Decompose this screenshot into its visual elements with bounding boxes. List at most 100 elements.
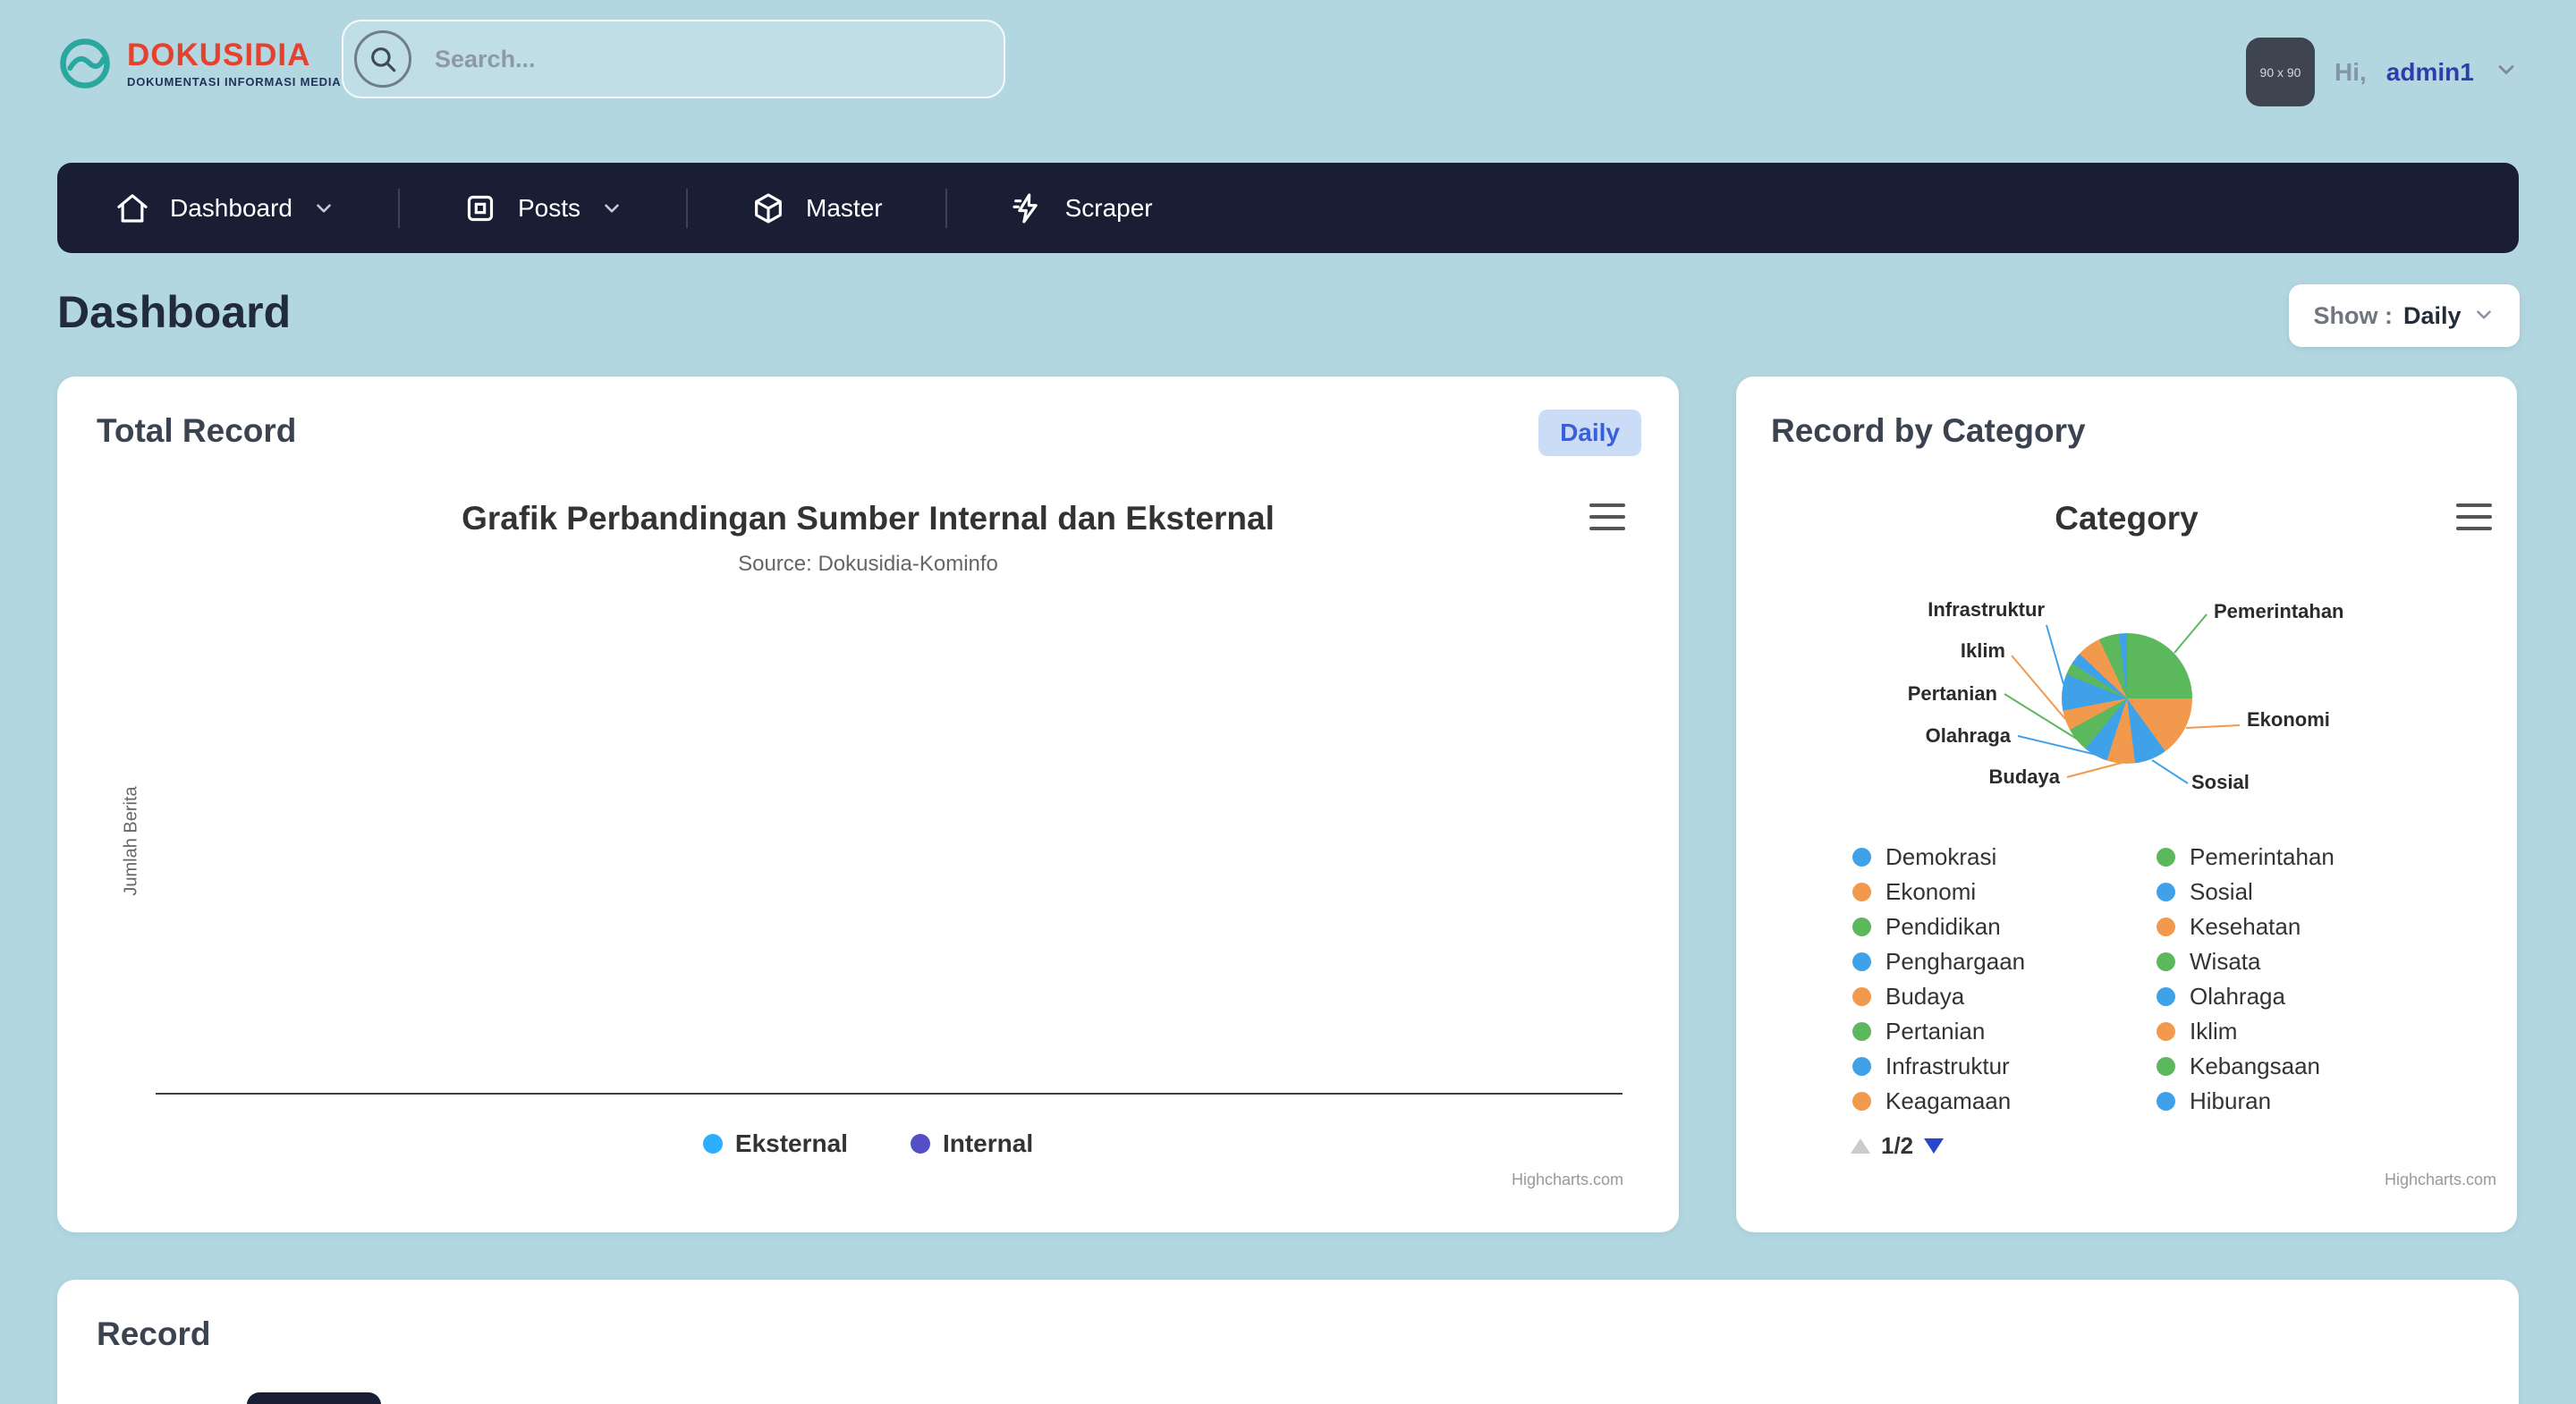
chart-title: Category	[1736, 500, 2517, 537]
legend-item-keagamaan[interactable]: Keagamaan	[1852, 1087, 2157, 1114]
nav-item-scraper[interactable]: Scraper	[1010, 190, 1153, 226]
user-greeting: Hi,	[2334, 58, 2367, 87]
nav-item-label: Posts	[518, 194, 580, 223]
user-menu[interactable]: 90 x 90 Hi, admin1	[2246, 38, 2519, 106]
legend-label: Kesehatan	[2190, 913, 2301, 941]
record-by-category-card: Record by Category Category Infrastruktu…	[1736, 376, 2517, 1232]
chevron-down-icon[interactable]	[2494, 57, 2519, 87]
legend-marker	[1852, 883, 1871, 901]
legend-page-indicator: 1/2	[1881, 1132, 1913, 1160]
total-record-card: Total Record Daily Grafik Perbandingan S…	[57, 376, 1679, 1232]
legend-item-wisata[interactable]: Wisata	[2157, 948, 2461, 975]
nav-item-dashboard[interactable]: Dashboard	[114, 190, 335, 226]
legend-pagination: 1/2	[1851, 1132, 1944, 1160]
legend-item-budaya[interactable]: Budaya	[1852, 983, 2157, 1010]
legend-item-kebangsaan[interactable]: Kebangsaan	[2157, 1053, 2461, 1079]
dashboard-page: DOKUSIDIA DOKUMENTASI INFORMASI MEDIA 90…	[0, 0, 2576, 1404]
search-icon	[354, 30, 411, 88]
category-legend: Demokrasi Ekonomi Pendidikan Penghargaan Bud…	[1852, 843, 2461, 1122]
legend-label: Wisata	[2190, 948, 2260, 976]
legend-marker	[2157, 1057, 2175, 1076]
y-axis-label: Jumlah Berita	[122, 734, 142, 949]
x-axis-line	[156, 1093, 1623, 1095]
highcharts-credit-link[interactable]: Highcharts.com	[1512, 1171, 1623, 1189]
pie-label-olahraga: Olahraga	[1926, 724, 2011, 748]
legend-marker	[2157, 918, 2175, 936]
logo-title: DOKUSIDIA	[127, 39, 341, 71]
nav-divider	[398, 189, 400, 228]
legend-marker	[2157, 848, 2175, 867]
legend-marker	[1852, 987, 1871, 1006]
search-bar[interactable]	[342, 20, 1005, 98]
chart-legend: Eksternal Internal	[57, 1129, 1679, 1158]
user-name[interactable]: admin1	[2386, 58, 2474, 87]
brand-logo-icon	[57, 36, 113, 91]
legend-item-pemerintahan[interactable]: Pemerintahan	[2157, 843, 2461, 870]
legend-item-internal[interactable]: Internal	[911, 1129, 1033, 1158]
page-title: Dashboard	[57, 286, 291, 338]
legend-marker	[1852, 848, 1871, 867]
pie-label-pemerintahan: Pemerintahan	[2214, 600, 2344, 623]
chart-title: Grafik Perbandingan Sumber Internal dan …	[57, 500, 1679, 537]
avatar[interactable]: 90 x 90	[2246, 38, 2315, 106]
legend-item-pertanian[interactable]: Pertanian	[1852, 1018, 2157, 1045]
legend-marker	[2157, 883, 2175, 901]
legend-marker	[1852, 1092, 1871, 1111]
nav-item-label: Master	[806, 194, 883, 223]
legend-label: Eksternal	[735, 1129, 848, 1158]
legend-marker	[1852, 952, 1871, 971]
legend-column: Demokrasi Ekonomi Pendidikan Penghargaan Bud…	[1852, 843, 2157, 1122]
legend-item-olahraga[interactable]: Olahraga	[2157, 983, 2461, 1010]
pie-label-pertanian: Pertanian	[1908, 682, 1997, 706]
legend-label: Pemerintahan	[2190, 843, 2334, 871]
logo-subtitle: DOKUMENTASI INFORMASI MEDIA	[127, 75, 341, 89]
legend-column: Pemerintahan Sosial Kesehatan Wisata Olahrag…	[2157, 843, 2461, 1122]
chart-subtitle: Source: Dokusidia-Kominfo	[57, 552, 1679, 577]
nav-divider	[686, 189, 688, 228]
nav-item-posts[interactable]: Posts	[462, 190, 623, 226]
cube-icon	[750, 190, 786, 226]
search-input[interactable]	[435, 32, 1004, 86]
legend-label: Internal	[943, 1129, 1033, 1158]
record-card: Record	[57, 1280, 2519, 1404]
pie-label-sosial: Sosial	[2191, 771, 2250, 794]
legend-item-eksternal[interactable]: Eksternal	[703, 1129, 848, 1158]
show-filter-value: Daily	[2403, 302, 2462, 330]
bolt-icon	[1010, 190, 1046, 226]
chart-context-menu-button[interactable]	[2454, 502, 2494, 532]
legend-label: Pendidikan	[1885, 913, 2001, 941]
legend-item-ekonomi[interactable]: Ekonomi	[1852, 878, 2157, 905]
legend-item-infrastruktur[interactable]: Infrastruktur	[1852, 1053, 2157, 1079]
legend-marker	[703, 1134, 723, 1154]
show-filter-button[interactable]: Show : Daily	[2289, 284, 2520, 347]
legend-item-kesehatan[interactable]: Kesehatan	[2157, 913, 2461, 940]
logo[interactable]: DOKUSIDIA DOKUMENTASI INFORMASI MEDIA	[57, 36, 341, 91]
legend-marker	[2157, 1092, 2175, 1111]
legend-page-down-icon[interactable]	[1924, 1138, 1944, 1154]
legend-label: Ekonomi	[1885, 878, 1976, 906]
legend-item-demokrasi[interactable]: Demokrasi	[1852, 843, 2157, 870]
legend-item-pendidikan[interactable]: Pendidikan	[1852, 913, 2157, 940]
nav-item-master[interactable]: Master	[750, 190, 883, 226]
pie-label-ekonomi: Ekonomi	[2247, 708, 2330, 732]
legend-item-hiburan[interactable]: Hiburan	[2157, 1087, 2461, 1114]
legend-page-up-icon[interactable]	[1851, 1138, 1870, 1154]
category-pie-chart[interactable]	[2062, 633, 2192, 764]
nav-divider	[945, 189, 947, 228]
chart-context-menu-button[interactable]	[1588, 502, 1627, 532]
record-partial-button[interactable]	[247, 1392, 381, 1404]
logo-text: DOKUSIDIA DOKUMENTASI INFORMASI MEDIA	[127, 39, 341, 89]
legend-item-iklim[interactable]: Iklim	[2157, 1018, 2461, 1045]
highcharts-credit-link[interactable]: Highcharts.com	[2385, 1171, 2496, 1189]
legend-label: Infrastruktur	[1885, 1053, 2010, 1080]
legend-label: Olahraga	[2190, 983, 2285, 1011]
chevron-down-icon	[312, 197, 335, 220]
legend-label: Penghargaan	[1885, 948, 2025, 976]
legend-marker	[2157, 952, 2175, 971]
legend-marker	[1852, 918, 1871, 936]
pie-label-budaya: Budaya	[1989, 765, 2060, 789]
legend-marker	[1852, 1022, 1871, 1041]
legend-item-sosial[interactable]: Sosial	[2157, 878, 2461, 905]
card-title: Record by Category	[1771, 412, 2086, 450]
legend-item-penghargaan[interactable]: Penghargaan	[1852, 948, 2157, 975]
